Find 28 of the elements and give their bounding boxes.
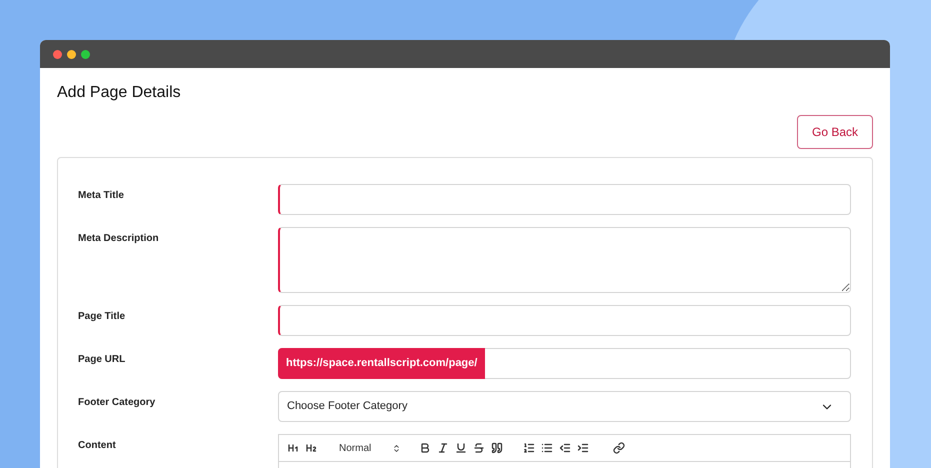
field-label: Meta Description — [78, 232, 160, 246]
indent-icon[interactable] — [577, 442, 589, 454]
updown-icon — [392, 444, 401, 452]
text-input[interactable] — [278, 305, 851, 336]
heading-two-icon[interactable] — [305, 442, 317, 454]
strikethrough-icon[interactable] — [473, 442, 485, 454]
heading-one-icon[interactable] — [287, 442, 299, 454]
link-icon[interactable] — [613, 442, 625, 454]
field-label: Meta Title — [78, 189, 125, 203]
italic-icon[interactable] — [437, 442, 449, 454]
url-input[interactable]: https://space.rentallscript.com/page/ — [278, 348, 851, 379]
outdent-icon[interactable] — [559, 442, 571, 454]
go-back-button[interactable]: Go Back — [797, 115, 873, 149]
footer-category-select[interactable]: Choose Footer Category — [278, 391, 851, 422]
field-label: Content — [78, 439, 117, 453]
url-prefix: https://space.rentallscript.com/page/ — [278, 348, 486, 379]
format-select[interactable]: Normal — [339, 440, 401, 456]
rich-text-editor[interactable]: Normal — [278, 434, 851, 468]
field-label: Page Title — [78, 310, 126, 324]
bullet-list-icon[interactable] — [541, 442, 553, 454]
bold-icon[interactable] — [419, 442, 431, 454]
quote-icon[interactable] — [491, 442, 503, 454]
field-label: Footer Category — [78, 396, 156, 410]
numbered-list-icon[interactable] — [523, 442, 535, 454]
underline-icon[interactable] — [455, 442, 467, 454]
page-title: Add Page Details — [57, 83, 182, 103]
text-input[interactable] — [278, 184, 851, 215]
field-label: Page URL — [78, 353, 126, 367]
